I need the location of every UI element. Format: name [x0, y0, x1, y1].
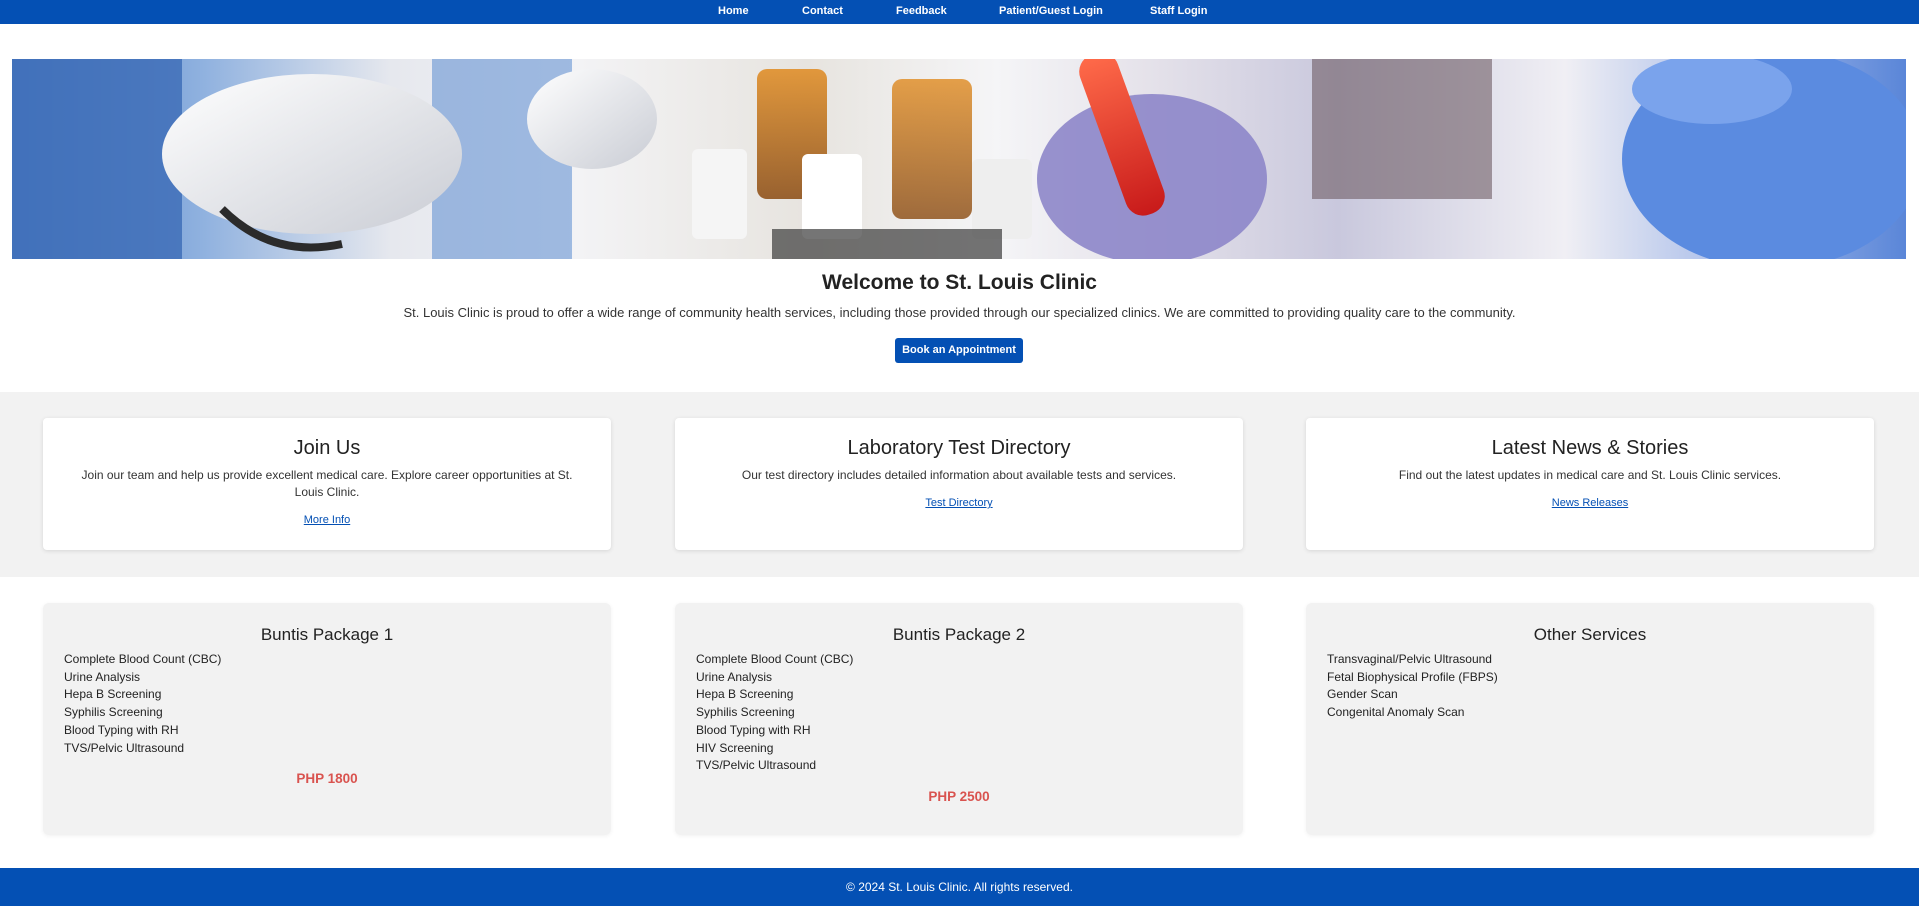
latest-news-title: Latest News & Stories	[1491, 437, 1689, 459]
list-item: TVS/Pelvic Ultrasound	[64, 740, 185, 755]
join-us-card: Join Us Join our team and help us provid…	[43, 418, 611, 550]
welcome-title: Welcome to St. Louis Clinic	[822, 271, 1097, 294]
list-item: Urine Analysis	[696, 669, 773, 684]
list-item: Transvaginal/Pelvic Ultrasound	[1327, 652, 1492, 666]
latest-news-card: Latest News & Stories Find out the lates…	[1306, 418, 1874, 550]
package-title: Buntis Package 2	[892, 625, 1026, 644]
list-item: Congenital Anomaly Scan	[1327, 705, 1465, 720]
more-info-link[interactable]: More Info	[304, 514, 350, 526]
list-item: Fetal Biophysical Profile (FBPS)	[1327, 669, 1498, 684]
nav-contact-link[interactable]: Contact	[802, 5, 843, 17]
package-title: Other Services	[1533, 625, 1647, 644]
nav-home-link[interactable]: Home	[718, 5, 749, 17]
nav-patient-guest-login-link[interactable]: Patient/Guest Login	[999, 5, 1103, 17]
list-item: HIV Screening	[696, 740, 774, 755]
copyright-text: © 2024 St. Louis Clinic. All rights rese…	[846, 880, 1073, 894]
nav-staff-login-link[interactable]: Staff Login	[1150, 5, 1207, 17]
list-item: Hepa B Screening	[64, 687, 162, 702]
buntis-package-1-card: Buntis Package 1 Complete Blood Count (C…	[43, 603, 611, 835]
list-item: Complete Blood Count (CBC)	[64, 652, 222, 666]
lab-test-directory-title: Laboratory Test Directory	[847, 437, 1071, 459]
welcome-description: St. Louis Clinic is proud to offer a wid…	[403, 305, 1516, 320]
package-items-list: Complete Blood Count (CBC) Urine Analysi…	[696, 651, 1243, 775]
list-item: TVS/Pelvic Ultrasound	[696, 758, 817, 773]
list-item: Complete Blood Count (CBC)	[696, 652, 854, 666]
nav-feedback-link[interactable]: Feedback	[896, 5, 947, 17]
news-releases-link[interactable]: News Releases	[1552, 497, 1628, 509]
top-nav: Home Contact Feedback Patient/Guest Logi…	[0, 0, 1919, 24]
other-services-card: Other Services Transvaginal/Pelvic Ultra…	[1306, 603, 1874, 835]
test-directory-link[interactable]: Test Directory	[925, 497, 992, 509]
list-item: Gender Scan	[1327, 687, 1398, 702]
latest-news-text: Find out the latest updates in medical c…	[1398, 468, 1782, 482]
list-item: Syphilis Screening	[64, 705, 163, 720]
join-us-title: Join Us	[293, 437, 361, 459]
list-item: Syphilis Screening	[696, 705, 795, 720]
footer: © 2024 St. Louis Clinic. All rights rese…	[0, 868, 1919, 906]
package-items-list: Complete Blood Count (CBC) Urine Analysi…	[64, 651, 611, 757]
join-us-text: Join our team and help us provide excell…	[81, 468, 573, 499]
lab-test-directory-card: Laboratory Test Directory Our test direc…	[675, 418, 1243, 550]
package-title: Buntis Package 1	[260, 625, 394, 644]
book-appointment-button[interactable]: Book an Appointment	[895, 338, 1023, 363]
package-items-list: Transvaginal/Pelvic Ultrasound Fetal Bio…	[1327, 651, 1874, 722]
buntis-package-2-card: Buntis Package 2 Complete Blood Count (C…	[675, 603, 1243, 835]
package-price: PHP 1800	[296, 771, 358, 787]
list-item: Urine Analysis	[64, 669, 141, 684]
list-item: Hepa B Screening	[696, 687, 794, 702]
hero-banner-image	[12, 59, 1906, 259]
list-item: Blood Typing with RH	[696, 722, 811, 737]
list-item: Blood Typing with RH	[64, 722, 179, 737]
lab-test-directory-text: Our test directory includes detailed inf…	[741, 468, 1177, 482]
package-price: PHP 2500	[928, 788, 990, 804]
